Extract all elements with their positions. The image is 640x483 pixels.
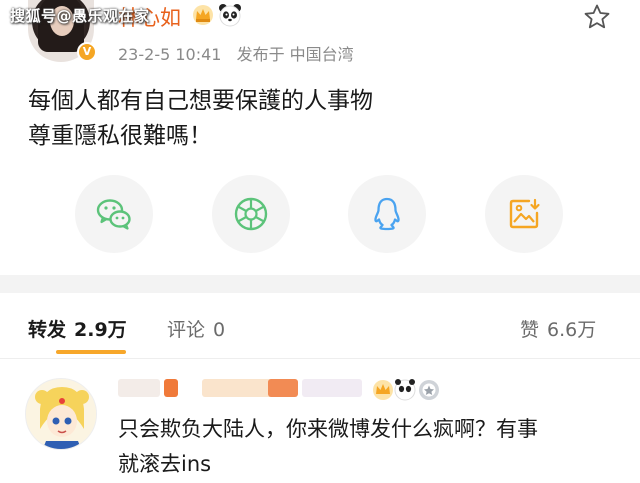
watermark: 搜狐号@愚乐观在家: [10, 7, 150, 25]
commenter-name-redacted: [118, 379, 368, 399]
post-location: 发布于 中国台湾: [236, 45, 354, 64]
active-tab-indicator: [56, 350, 126, 354]
crown-icon: [193, 5, 213, 25]
wechat-icon: [96, 199, 131, 230]
tab-comment[interactable]: 评论 0: [167, 315, 225, 342]
share-qq-button[interactable]: [348, 175, 426, 253]
repost-item[interactable]: 只会欺负大陆人，你来微博发什么疯啊？有事 就滚去ins: [0, 370, 640, 483]
post-content-line: 每個人都有自己想要保護的人事物: [28, 88, 373, 114]
tab-comment-label: 评论: [167, 319, 206, 341]
tab-like-label: 赞: [520, 319, 540, 341]
share-wechat-button[interactable]: [75, 175, 153, 253]
comment-text-line: 就滚去ins: [118, 452, 212, 476]
share-moments-button[interactable]: [212, 175, 290, 253]
section-divider: [0, 275, 640, 293]
tab-like-count: 6.6万: [547, 319, 597, 341]
star-icon[interactable]: [583, 3, 611, 31]
tab-repost-count: 2.9万: [74, 319, 127, 341]
commenter-avatar[interactable]: [25, 378, 97, 450]
save-image-icon: [509, 198, 540, 229]
qq-icon: [374, 197, 400, 231]
tab-comment-count: 0: [213, 319, 226, 341]
tab-repost-label: 转发: [28, 319, 67, 341]
tab-like[interactable]: 赞 6.6万: [520, 315, 596, 342]
comment-text-line: 只会欺负大陆人，你来微博发什么疯啊？有事: [118, 417, 538, 441]
share-save-image-button[interactable]: [485, 175, 563, 253]
post-content: 每個人都有自己想要保護的人事物 尊重隱私很難嗎！: [28, 84, 373, 154]
commenter-badges: [373, 379, 439, 401]
share-row: [0, 175, 640, 257]
post-meta: 23-2-5 10:41 发布于 中国台湾: [118, 41, 364, 65]
verified-badge: V: [77, 42, 97, 62]
panda-icon: [219, 4, 241, 27]
moments-icon: [234, 197, 268, 231]
post-content-line: 尊重隱私很難嗎！: [28, 123, 212, 149]
comment-text: 只会欺负大陆人，你来微博发什么疯啊？有事 就滚去ins: [118, 412, 618, 482]
tab-repost[interactable]: 转发 2.9万: [28, 315, 127, 342]
interaction-tabs: 转发 2.9万 评论 0 赞 6.6万: [0, 293, 640, 359]
post-date: 23-2-5 10:41: [118, 45, 222, 64]
